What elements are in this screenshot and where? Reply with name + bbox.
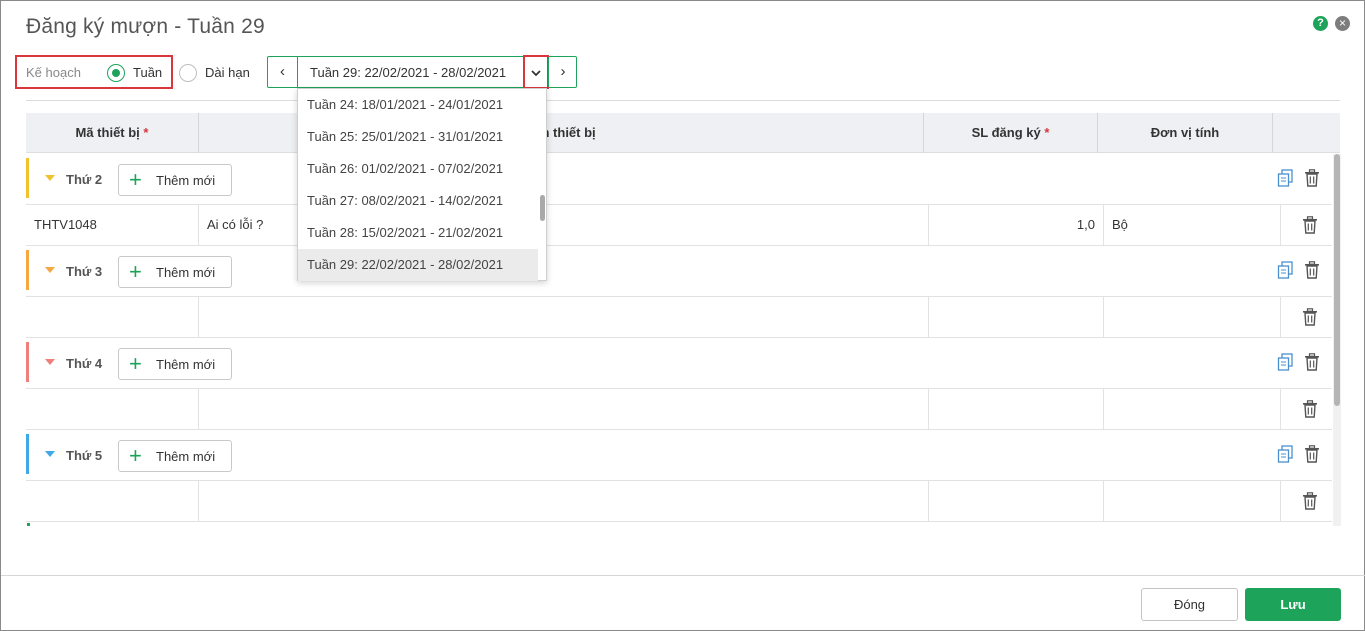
chevron-right-icon[interactable]: › xyxy=(548,57,577,87)
week-selector: ‹ Tuần 29: 22/02/2021 - 28/02/2021 › xyxy=(267,55,577,89)
schedule-grid: Thứ 2 + Thêm mới THTV1048 Ai có lỗi ? 1,… xyxy=(26,154,1332,526)
radio-week-label[interactable]: Tuần xyxy=(133,65,162,80)
trash-icon[interactable] xyxy=(1304,445,1320,463)
help-icon[interactable]: ? xyxy=(1313,16,1328,31)
plus-icon: + xyxy=(129,259,142,284)
day-label: Thứ 4 xyxy=(66,356,103,371)
table-row[interactable] xyxy=(26,297,1332,338)
copy-icon[interactable] xyxy=(1277,261,1294,280)
cell-code[interactable] xyxy=(26,481,199,521)
trash-icon[interactable] xyxy=(1304,353,1320,371)
add-new-button[interactable]: + Thêm mới xyxy=(118,164,232,196)
trash-icon[interactable] xyxy=(1304,261,1320,279)
add-new-button[interactable]: + Thêm mới xyxy=(118,348,232,380)
week-option[interactable]: Tuần 27: 08/02/2021 - 14/02/2021 xyxy=(298,185,538,217)
copy-icon[interactable] xyxy=(1277,169,1294,188)
day-group-header: Thứ 4 + Thêm mới xyxy=(26,338,1332,389)
week-value[interactable]: Tuần 29: 22/02/2021 - 28/02/2021 xyxy=(310,65,506,80)
grid-scrollbar[interactable] xyxy=(1333,154,1341,526)
cell-unit[interactable]: Bộ xyxy=(1104,205,1281,245)
cell-unit[interactable] xyxy=(1104,297,1281,337)
day-color-bar xyxy=(26,158,29,198)
column-header-unit: Đơn vị tính xyxy=(1098,113,1273,153)
table-row[interactable] xyxy=(26,389,1332,430)
dialog: Đăng ký mượn - Tuần 29 ? × Kế hoạch Tuần… xyxy=(0,0,1365,631)
cell-code[interactable] xyxy=(26,389,199,429)
dropdown-scrollbar[interactable] xyxy=(538,89,547,280)
trash-icon[interactable] xyxy=(1302,308,1318,326)
dropdown-scrollbar-thumb[interactable] xyxy=(540,195,545,221)
day-label: Thứ 2 xyxy=(66,172,103,187)
cell-unit[interactable] xyxy=(1104,389,1281,429)
required-mark: * xyxy=(143,125,149,140)
required-mark: * xyxy=(1044,125,1050,140)
day-color-bar xyxy=(26,342,29,382)
plus-icon: + xyxy=(129,167,142,192)
radio-week[interactable] xyxy=(107,64,125,82)
week-option[interactable]: Tuần 28: 15/02/2021 - 21/02/2021 xyxy=(298,217,538,249)
add-new-button[interactable]: + Thêm mới xyxy=(118,256,232,288)
collapse-triangle-icon[interactable] xyxy=(45,175,55,181)
cell-qty[interactable] xyxy=(929,297,1104,337)
add-new-label: Thêm mới xyxy=(156,173,216,188)
dialog-title: Đăng ký mượn - Tuần 29 xyxy=(26,15,265,38)
trash-icon[interactable] xyxy=(1302,400,1318,418)
copy-icon[interactable] xyxy=(1277,445,1294,464)
group-color-marker xyxy=(27,523,30,526)
cell-code[interactable] xyxy=(26,297,199,337)
cell-qty[interactable] xyxy=(929,481,1104,521)
day-label: Thứ 5 xyxy=(66,448,103,463)
add-new-label: Thêm mới xyxy=(156,265,216,280)
day-group-header: Thứ 5 + Thêm mới xyxy=(26,430,1332,481)
plan-label: Kế hoạch xyxy=(26,65,81,80)
week-option[interactable]: Tuần 25: 25/01/2021 - 31/01/2021 xyxy=(298,121,538,153)
table-header: Mã thiết bị * Tên thiết bị SL đăng ký * … xyxy=(26,113,1340,153)
week-dropdown-list: Tuần 24: 18/01/2021 - 24/01/2021 Tuần 25… xyxy=(297,88,547,281)
radio-long-term-label[interactable]: Dài hạn xyxy=(205,65,250,80)
close-icon[interactable]: × xyxy=(1335,16,1350,31)
chevron-left-icon[interactable]: ‹ xyxy=(268,57,298,87)
collapse-triangle-icon[interactable] xyxy=(45,359,55,365)
add-new-button[interactable]: + Thêm mới xyxy=(118,440,232,472)
cell-name[interactable] xyxy=(199,481,929,521)
column-header-unit-label: Đơn vị tính xyxy=(1150,125,1220,140)
grid-scrollbar-thumb[interactable] xyxy=(1334,154,1340,406)
add-new-label: Thêm mới xyxy=(156,357,216,372)
trash-icon[interactable] xyxy=(1302,492,1318,510)
trash-icon[interactable] xyxy=(1302,216,1318,234)
save-button[interactable]: Lưu xyxy=(1245,588,1341,621)
day-color-bar xyxy=(26,434,29,474)
trash-icon[interactable] xyxy=(1304,169,1320,187)
column-header-code-label: Mã thiết bị xyxy=(75,125,140,140)
chevron-down-icon[interactable] xyxy=(523,55,549,89)
collapse-triangle-icon[interactable] xyxy=(45,267,55,273)
add-new-label: Thêm mới xyxy=(156,449,216,464)
cell-code[interactable]: THTV1048 xyxy=(26,205,199,245)
collapse-triangle-icon[interactable] xyxy=(45,451,55,457)
plus-icon: + xyxy=(129,351,142,376)
cell-qty[interactable]: 1,0 xyxy=(929,205,1104,245)
column-header-qty: SL đăng ký * xyxy=(924,113,1098,153)
day-label: Thứ 3 xyxy=(66,264,103,279)
toolbar-divider xyxy=(26,100,1340,101)
week-option-selected[interactable]: Tuần 29: 22/02/2021 - 28/02/2021 xyxy=(298,249,538,281)
copy-icon[interactable] xyxy=(1277,353,1294,372)
footer-divider xyxy=(1,575,1365,576)
cell-qty[interactable] xyxy=(929,389,1104,429)
day-group-header: Thứ 3 + Thêm mới xyxy=(26,246,1332,297)
column-header-code: Mã thiết bị * xyxy=(26,113,199,153)
week-option[interactable]: Tuần 26: 01/02/2021 - 07/02/2021 xyxy=(298,153,538,185)
close-button[interactable]: Đóng xyxy=(1141,588,1238,621)
cell-name[interactable] xyxy=(199,297,929,337)
day-color-bar xyxy=(26,250,29,290)
plus-icon: + xyxy=(129,443,142,468)
radio-long-term[interactable] xyxy=(179,64,197,82)
cell-name[interactable] xyxy=(199,389,929,429)
day-group-header: Thứ 2 + Thêm mới xyxy=(26,154,1332,205)
table-row[interactable] xyxy=(26,481,1332,522)
table-row[interactable]: THTV1048 Ai có lỗi ? 1,0 Bộ xyxy=(26,205,1332,246)
cell-unit[interactable] xyxy=(1104,481,1281,521)
column-header-qty-label: SL đăng ký xyxy=(971,125,1041,140)
week-option[interactable]: Tuần 24: 18/01/2021 - 24/01/2021 xyxy=(298,89,538,121)
